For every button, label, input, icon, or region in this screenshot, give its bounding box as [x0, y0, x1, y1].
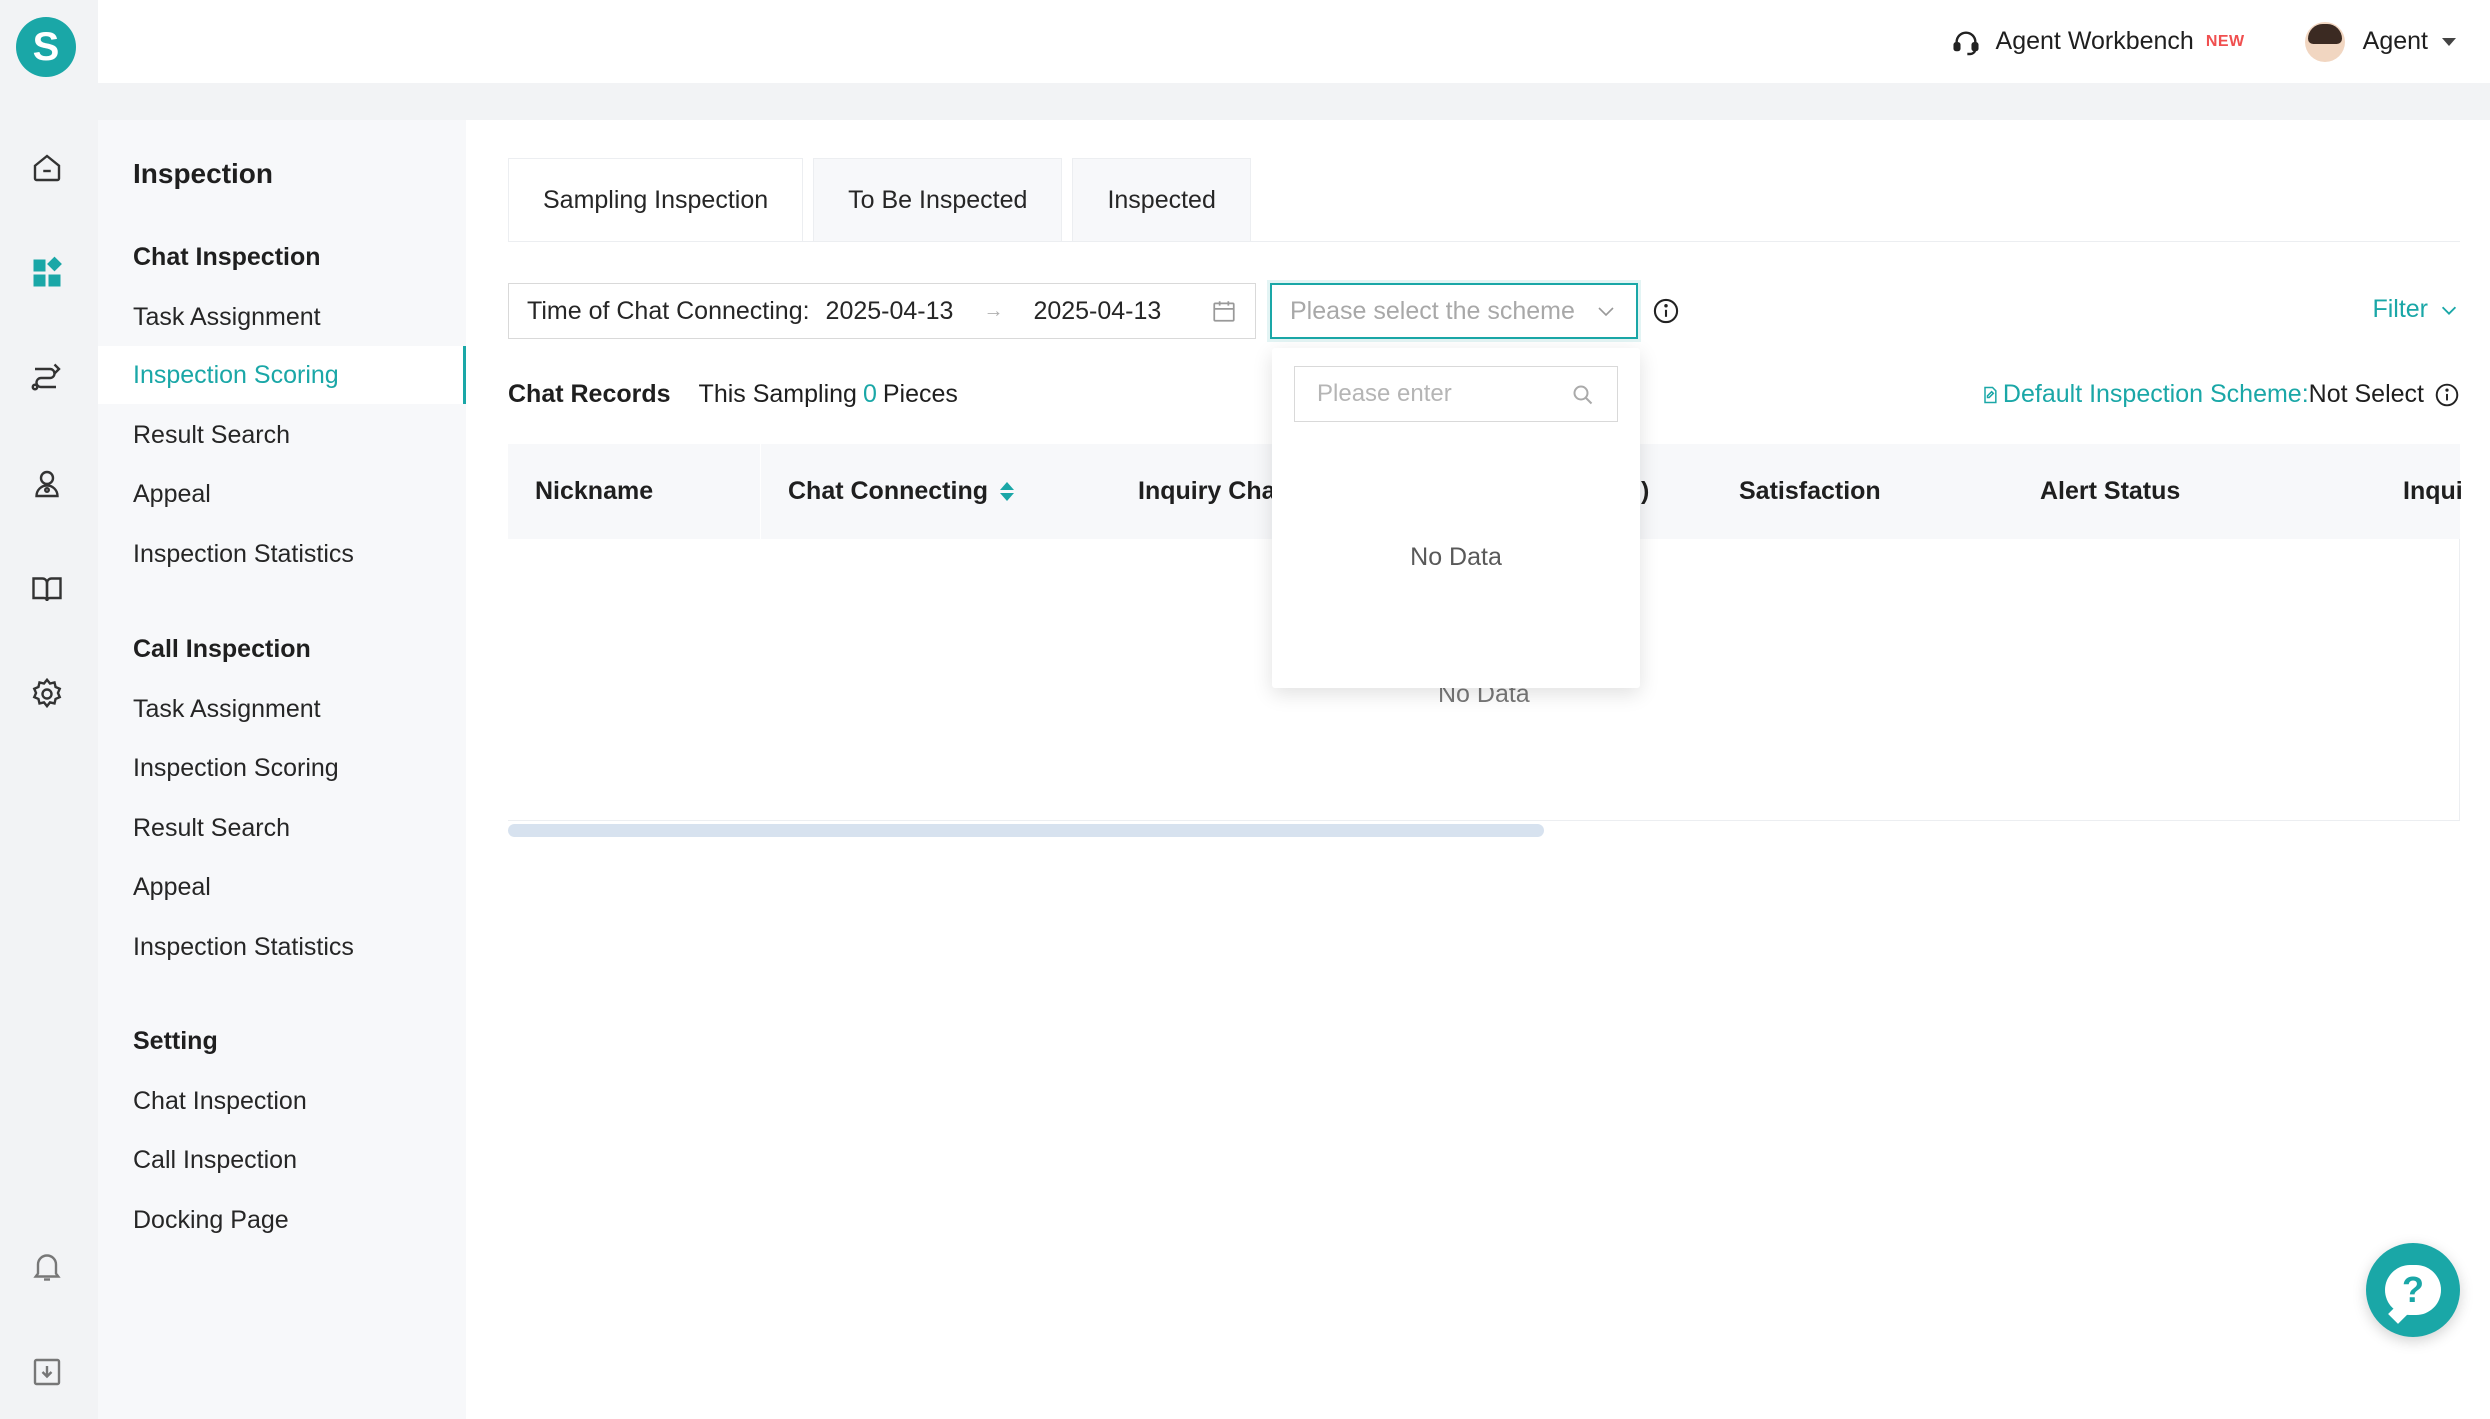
menu-item-call-result-search[interactable]: Result Search [98, 799, 466, 857]
scheme-search-input[interactable]: Please enter [1294, 366, 1618, 422]
app-logo[interactable]: S [16, 17, 76, 77]
menu-item-chat-inspection-statistics[interactable]: Inspection Statistics [98, 525, 466, 583]
chevron-down-icon [1598, 307, 1614, 317]
scheme-dropdown: Please enter No Data [1272, 348, 1640, 688]
tab-inspected[interactable]: Inspected [1072, 158, 1251, 242]
table-border [2459, 539, 2460, 820]
menu-item-chat-appeal[interactable]: Appeal [98, 465, 466, 523]
column-alert-status: Alert Status [2040, 477, 2181, 505]
menu-item-chat-inspection-scoring[interactable]: Inspection Scoring [98, 346, 466, 404]
column-satisfaction: Satisfaction [1739, 477, 1881, 505]
inspection-tabs: Sampling Inspection To Be Inspected Insp… [508, 158, 1261, 242]
date-start[interactable]: 2025-04-13 [826, 297, 954, 326]
bell-icon[interactable] [28, 1247, 66, 1285]
menu-item-chat-result-search[interactable]: Result Search [98, 406, 466, 464]
menu-item-call-inspection-scoring[interactable]: Inspection Scoring [98, 739, 466, 797]
person-icon[interactable] [28, 465, 66, 503]
chat-time-range-picker[interactable]: Time of Chat Connecting: 2025-04-13 → 20… [508, 283, 1256, 339]
menu-group-chat-inspection: Chat Inspection [133, 243, 321, 271]
filter-toggle[interactable]: Filter [2372, 295, 2460, 324]
document-edit-icon [1984, 386, 1997, 403]
menu-item-chat-task-assignment[interactable]: Task Assignment [98, 288, 466, 346]
records-count: 0 [862, 380, 877, 408]
search-icon [1573, 385, 1593, 405]
calendar-icon[interactable] [1211, 298, 1237, 324]
records-suffix: Pieces [882, 380, 958, 408]
agent-workbench-label: Agent Workbench [1995, 27, 2194, 55]
sort-icon[interactable] [1000, 482, 1014, 501]
info-icon[interactable] [1652, 297, 1680, 325]
dropdown-empty-text: No Data [1410, 543, 1502, 571]
menu-item-setting-chat-inspection[interactable]: Chat Inspection [98, 1072, 466, 1130]
filter-label: Filter [2372, 295, 2428, 323]
download-icon[interactable] [28, 1353, 66, 1391]
chevron-down-icon [2441, 306, 2457, 315]
menu-group-call-inspection: Call Inspection [133, 635, 311, 663]
column-divider [760, 444, 761, 539]
help-icon: ? [2385, 1265, 2441, 1315]
table-border [508, 820, 2460, 821]
column-inquiry-channel: Inquiry Char [1138, 477, 1286, 505]
main-content: Sampling Inspection To Be Inspected Insp… [466, 120, 2490, 1419]
default-scheme: Default Inspection Scheme: Not Select [1980, 380, 2460, 409]
top-header: Agent Workbench NEW Agent [98, 0, 2490, 83]
menu-item-call-appeal[interactable]: Appeal [98, 858, 466, 916]
menu-title: Inspection [133, 158, 274, 189]
gear-icon[interactable] [28, 675, 66, 713]
records-summary: Chat Records This Sampling 0 Pieces [508, 380, 958, 409]
headset-icon [1953, 30, 1979, 55]
scheme-search-placeholder: Please enter [1317, 380, 1452, 407]
records-title: Chat Records [508, 380, 671, 408]
tabs-divider [508, 241, 2460, 242]
help-button[interactable]: ? [2366, 1243, 2460, 1337]
column-hidden-fragment: ) [1641, 477, 1650, 505]
default-scheme-value: Not Select [2308, 380, 2424, 408]
menu-item-call-inspection-statistics[interactable]: Inspection Statistics [98, 918, 466, 976]
menu-item-setting-call-inspection[interactable]: Call Inspection [98, 1131, 466, 1189]
arrow-right-icon: → [983, 299, 1004, 322]
scheme-select-placeholder: Please select the scheme [1290, 296, 1575, 325]
dashboard-icon[interactable] [28, 254, 66, 292]
agent-workbench-link[interactable]: Agent Workbench NEW [1950, 26, 2245, 58]
horizontal-scrollbar[interactable] [508, 824, 1544, 837]
default-scheme-label: Default Inspection Scheme: [2002, 380, 2309, 408]
records-prefix: This Sampling [698, 380, 857, 408]
scheme-select[interactable]: Please select the scheme [1270, 283, 1638, 339]
menu-item-setting-docking-page[interactable]: Docking Page [98, 1191, 466, 1249]
user-menu-label[interactable]: Agent [2363, 27, 2428, 56]
menu-group-setting: Setting [133, 1027, 218, 1055]
default-scheme-link[interactable]: Default Inspection Scheme: [1980, 380, 2309, 409]
date-end[interactable]: 2025-04-13 [1033, 297, 1161, 326]
icon-rail: S [0, 0, 98, 1419]
caret-down-icon[interactable] [2442, 37, 2456, 46]
tab-sampling-inspection[interactable]: Sampling Inspection [508, 158, 804, 242]
column-chat-connecting-label: Chat Connecting [788, 477, 988, 505]
menu-item-call-task-assignment[interactable]: Task Assignment [98, 680, 466, 738]
column-chat-connecting[interactable]: Chat Connecting [788, 444, 1014, 539]
column-inquiry: Inqui [2403, 477, 2463, 505]
routing-icon[interactable] [28, 359, 66, 397]
avatar[interactable] [2304, 21, 2345, 62]
info-icon[interactable] [2434, 382, 2460, 408]
home-icon[interactable] [28, 149, 66, 187]
tab-to-be-inspected[interactable]: To Be Inspected [813, 158, 1063, 242]
new-badge: NEW [2205, 32, 2245, 50]
column-nickname: Nickname [535, 477, 654, 505]
inspection-menu: Inspection Chat Inspection Task Assignme… [98, 120, 466, 1419]
date-range-label: Time of Chat Connecting: [527, 296, 810, 325]
book-icon[interactable] [28, 570, 66, 608]
